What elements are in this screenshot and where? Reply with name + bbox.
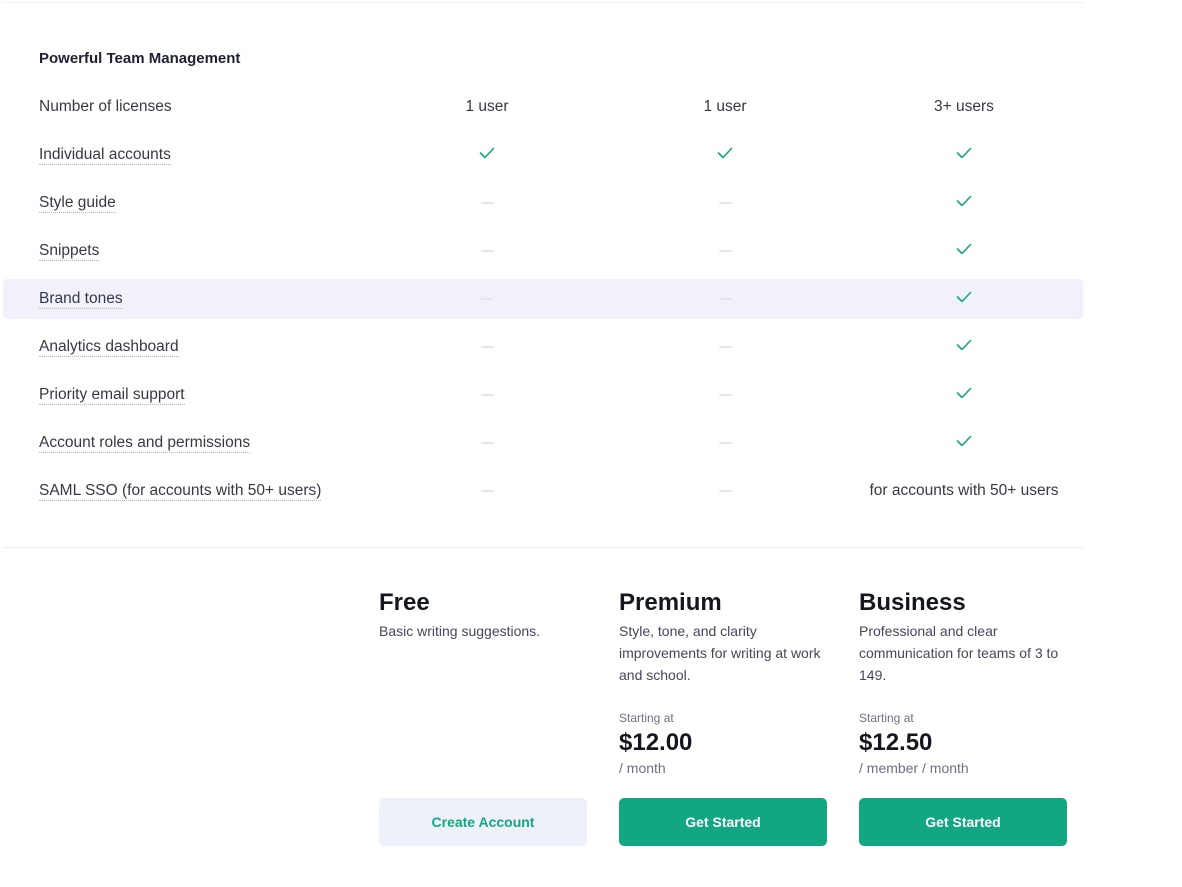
- price: $12.50: [859, 729, 933, 756]
- plan-description: Professional and clear communication for…: [859, 623, 1059, 683]
- dash-icon: [718, 394, 732, 396]
- check-icon: [956, 338, 972, 356]
- business-price-block: Starting at $12.50 / member / month: [859, 710, 1069, 778]
- feature-cell: [367, 471, 607, 511]
- feature-cell: [844, 183, 1084, 223]
- feature-cell: [367, 375, 607, 415]
- dash-icon: [718, 442, 732, 444]
- dash-icon: [480, 346, 494, 348]
- feature-label[interactable]: Snippets: [39, 242, 100, 261]
- feature-cell: [605, 279, 845, 319]
- check-icon: [956, 386, 972, 404]
- feature-row: Priority email support: [3, 375, 1083, 415]
- dash-icon: [718, 250, 732, 252]
- check-icon: [956, 434, 972, 452]
- feature-cell: [367, 183, 607, 223]
- plan-description: Basic writing suggestions.: [379, 623, 541, 639]
- check-icon: [479, 146, 495, 164]
- feature-row: Snippets: [3, 231, 1083, 271]
- section-divider: [3, 547, 1083, 548]
- feature-cell: [605, 471, 845, 511]
- plan-name: Premium: [619, 589, 722, 616]
- feature-row: Analytics dashboard: [3, 327, 1083, 367]
- feature-cell: [844, 327, 1084, 367]
- check-icon: [956, 290, 972, 308]
- plan-name: Free: [379, 589, 430, 616]
- dash-icon: [480, 250, 494, 252]
- check-icon: [956, 194, 972, 212]
- feature-row: Style guide: [3, 183, 1083, 223]
- feature-cell: [844, 279, 1084, 319]
- feature-label[interactable]: SAML SSO (for accounts with 50+ users): [39, 482, 322, 501]
- starting-at-label: Starting at: [619, 711, 674, 725]
- create-account-button[interactable]: Create Account: [379, 798, 587, 846]
- dash-icon: [718, 490, 732, 492]
- feature-value: 1 user: [703, 98, 747, 115]
- feature-label[interactable]: Priority email support: [39, 386, 185, 405]
- feature-label[interactable]: Brand tones: [39, 290, 123, 309]
- business-get-started-button[interactable]: Get Started: [859, 798, 1067, 846]
- starting-at-label: Starting at: [859, 711, 914, 725]
- check-icon: [956, 146, 972, 164]
- feature-row: SAML SSO (for accounts with 50+ users) fo…: [3, 471, 1083, 511]
- price-period: / month: [619, 760, 666, 776]
- feature-row: Individual accounts: [3, 135, 1083, 175]
- feature-cell: [605, 135, 845, 175]
- premium-get-started-button[interactable]: Get Started: [619, 798, 827, 846]
- dash-icon: [480, 298, 494, 300]
- price: $12.00: [619, 729, 693, 756]
- feature-label[interactable]: Style guide: [39, 194, 116, 213]
- feature-cell: [367, 231, 607, 271]
- price-period: / member / month: [859, 760, 969, 776]
- feature-value: for accounts with 50+ users: [869, 482, 1059, 499]
- dash-icon: [718, 202, 732, 204]
- feature-cell: [605, 183, 845, 223]
- feature-value: 3+ users: [934, 98, 994, 115]
- feature-cell: [605, 231, 845, 271]
- plan-name: Business: [859, 589, 966, 616]
- premium-price-block: Starting at $12.00 / month: [619, 710, 829, 778]
- dash-icon: [718, 298, 732, 300]
- feature-cell: [367, 279, 607, 319]
- feature-cell: [605, 327, 845, 367]
- feature-cell: [844, 231, 1084, 271]
- feature-cell: [844, 135, 1084, 175]
- dash-icon: [718, 346, 732, 348]
- plan-description: Style, tone, and clarity improvements fo…: [619, 623, 821, 683]
- feature-cell: [367, 135, 607, 175]
- feature-cell: 1 user: [367, 87, 607, 127]
- feature-value: 1 user: [465, 98, 509, 115]
- feature-label[interactable]: Account roles and permissions: [39, 434, 251, 453]
- feature-label: Number of licenses: [39, 98, 172, 115]
- feature-cell: [844, 375, 1084, 415]
- dash-icon: [480, 490, 494, 492]
- feature-cell: [605, 375, 845, 415]
- plan-business: Business Professional and clear communic…: [859, 588, 1069, 686]
- dash-icon: [480, 202, 494, 204]
- dash-icon: [480, 394, 494, 396]
- feature-label[interactable]: Individual accounts: [39, 146, 171, 165]
- feature-row: Number of licenses 1 user 1 user 3+ users: [3, 87, 1083, 127]
- feature-label[interactable]: Analytics dashboard: [39, 338, 179, 357]
- feature-cell: for accounts with 50+ users: [844, 471, 1084, 511]
- plan-premium: Premium Style, tone, and clarity improve…: [619, 588, 829, 686]
- feature-cell: [605, 423, 845, 463]
- feature-row: Account roles and permissions: [3, 423, 1083, 463]
- feature-cell: 3+ users: [844, 87, 1084, 127]
- check-icon: [956, 242, 972, 260]
- dash-icon: [480, 442, 494, 444]
- feature-cell: [367, 327, 607, 367]
- feature-cell: [367, 423, 607, 463]
- section-title: Powerful Team Management: [39, 50, 241, 67]
- feature-cell: 1 user: [605, 87, 845, 127]
- check-icon: [717, 146, 733, 164]
- plan-free: Free Basic writing suggestions.: [379, 588, 589, 642]
- top-divider: [3, 2, 1083, 3]
- feature-cell: [844, 423, 1084, 463]
- feature-row: Brand tones: [3, 279, 1083, 319]
